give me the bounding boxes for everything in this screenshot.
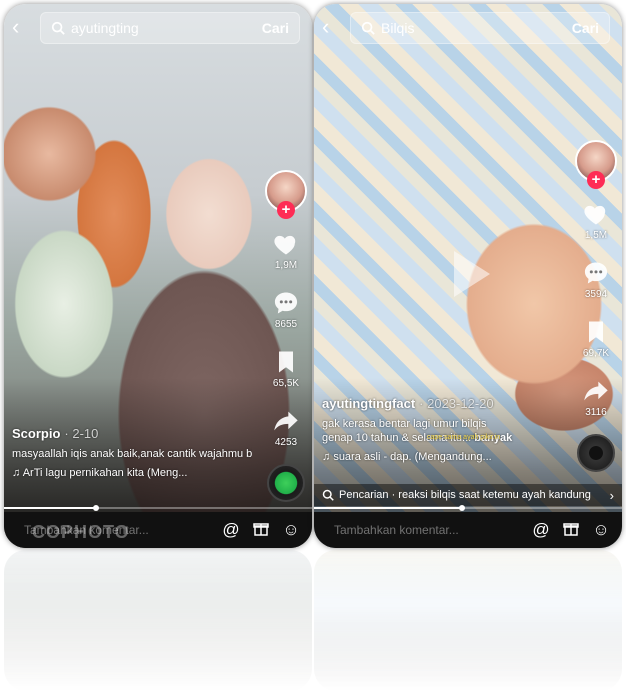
emoji-icon[interactable]: ☺ <box>282 520 300 540</box>
bookmark-count: 65,5K <box>272 378 300 389</box>
gift-icon[interactable] <box>252 520 270 541</box>
bookmark-button[interactable]: 69,7K <box>582 318 610 359</box>
gift-icon[interactable] <box>562 520 580 541</box>
heart-icon <box>274 235 296 255</box>
progress-bar[interactable] <box>4 505 312 511</box>
progress-fill <box>314 507 462 509</box>
bookmark-count: 69,7K <box>582 348 610 359</box>
reflection-left <box>4 550 312 691</box>
post-date: · 2-10 <box>64 426 99 441</box>
search-icon <box>51 21 65 35</box>
share-count: 4253 <box>274 437 298 448</box>
search-bar[interactable]: Bilqis Cari <box>350 12 610 44</box>
video-card-right[interactable]: ‹ Bilqis Cari + 1,5M 3594 69,7K 3116 ayu… <box>314 4 622 548</box>
bookmark-icon <box>279 351 293 373</box>
music-disc-icon[interactable] <box>267 464 305 502</box>
watermark: COPHOTO <box>32 522 130 542</box>
back-arrow-icon[interactable]: ‹ <box>12 16 19 38</box>
play-icon[interactable] <box>452 249 492 299</box>
action-rail: + 1,5M 3594 69,7K 3116 <box>574 140 618 472</box>
like-button[interactable]: 1,9M <box>272 230 300 271</box>
comment-count: 8655 <box>274 319 298 330</box>
share-button[interactable]: 3116 <box>582 377 610 418</box>
action-rail: + 1,9M 8655 65,5K 4253 <box>264 170 308 502</box>
author-name[interactable]: ayutingtingfact <box>322 396 415 411</box>
progress-fill <box>4 507 97 509</box>
comment-bar: Tambahkan komentar... @ ☺ <box>314 512 622 548</box>
follow-plus-icon[interactable]: + <box>587 171 605 189</box>
comment-icon <box>584 262 608 284</box>
back-arrow-icon[interactable]: ‹ <box>322 16 329 38</box>
comment-input[interactable]: Tambahkan komentar... <box>334 523 532 537</box>
post-date: · 2023-12-20 <box>419 396 494 411</box>
share-arrow-icon <box>584 381 608 401</box>
progress-knob[interactable] <box>458 505 465 511</box>
search-button[interactable]: Cari <box>262 20 289 36</box>
author-name[interactable]: Scorpio <box>12 426 60 441</box>
share-button[interactable]: 4253 <box>272 407 300 448</box>
sound-label[interactable]: ♫ ArTi lagu pernikahan kita (Meng... <box>12 467 252 479</box>
video-description[interactable]: masyaallah iqis anak baik,anak cantik wa… <box>12 447 252 461</box>
search-button[interactable]: Cari <box>572 20 599 36</box>
comment-button[interactable]: 8655 <box>272 289 300 330</box>
like-count: 1,9M <box>274 260 298 271</box>
emoji-icon[interactable]: ☺ <box>592 520 610 540</box>
reflection-right <box>314 550 622 691</box>
comment-icon <box>274 292 298 314</box>
music-note-icon: ♫ <box>322 451 331 463</box>
video-caption: Scorpio · 2-10 masyaallah iqis anak baik,… <box>12 426 252 479</box>
search-icon <box>361 21 375 35</box>
music-disc-icon[interactable] <box>577 434 615 472</box>
video-card-left[interactable]: ‹ ayutingting Cari + 1,9M 8655 65,5K 425… <box>4 4 312 548</box>
progress-bar[interactable] <box>314 505 622 511</box>
search-icon <box>322 489 334 501</box>
related-search-text: Pencarian · reaksi bilqis saat ketemu ay… <box>339 489 591 501</box>
creator-avatar[interactable]: + <box>575 140 617 189</box>
share-arrow-icon <box>274 411 298 431</box>
mention-icon[interactable]: @ <box>222 520 240 540</box>
like-count: 1,5M <box>584 230 608 241</box>
video-caption: ayutingtingfact · 2023-12-20 gak kerasa b… <box>322 396 562 463</box>
follow-plus-icon[interactable]: + <box>277 201 295 219</box>
music-note-icon: ♫ <box>12 467 21 479</box>
creator-avatar[interactable]: + <box>265 170 307 219</box>
search-bar[interactable]: ayutingting Cari <box>40 12 300 44</box>
mirror-reflection <box>0 550 626 691</box>
comment-button[interactable]: 3594 <box>582 259 610 300</box>
like-button[interactable]: 1,5M <box>582 200 610 241</box>
bookmark-button[interactable]: 65,5K <box>272 348 300 389</box>
mention-icon[interactable]: @ <box>532 520 550 540</box>
chevron-right-icon: › <box>609 487 614 503</box>
sticker-text: cape sama ayah pikir.in <box>427 434 501 441</box>
search-input[interactable]: Bilqis <box>381 20 572 36</box>
sound-label[interactable]: ♫ suara asli - dap. (Mengandung... <box>322 451 562 463</box>
heart-icon <box>584 205 606 225</box>
share-count: 3116 <box>585 407 607 418</box>
comment-count: 3594 <box>584 289 608 300</box>
related-search-bar[interactable]: Pencarian · reaksi bilqis saat ketemu ay… <box>314 484 622 506</box>
search-input[interactable]: ayutingting <box>71 20 262 36</box>
bookmark-icon <box>589 321 603 343</box>
